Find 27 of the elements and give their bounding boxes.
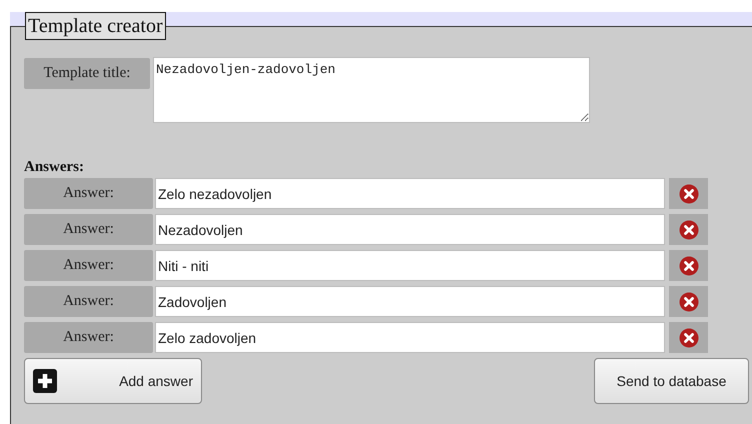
field-label: Answer: [24, 178, 153, 209]
close-icon [678, 328, 698, 348]
section-heading: Answers: [24, 159, 85, 176]
close-icon [678, 292, 698, 312]
field-label: Template title: [24, 58, 150, 89]
delete-button[interactable] [669, 214, 708, 245]
delete-button[interactable] [669, 178, 708, 209]
answer-field[interactable]: Zelo nezadovoljen [155, 178, 665, 209]
add-answer-button[interactable]: Add answer [24, 358, 202, 404]
title-field[interactable]: Nezadovoljen-zadovoljen [153, 57, 590, 123]
field-label: Answer: [24, 286, 153, 317]
field-label: Answer: [24, 214, 153, 245]
delete-button[interactable] [669, 322, 708, 353]
answer-field[interactable]: Zelo zadovoljen [155, 322, 665, 353]
field-label: Answer: [24, 322, 153, 353]
close-icon [678, 220, 698, 240]
field-label: Answer: [24, 250, 153, 281]
delete-button[interactable] [669, 250, 708, 281]
answer-field[interactable]: Niti - niti [155, 250, 665, 281]
send-button[interactable]: Send to database [594, 358, 749, 404]
plus-icon [33, 369, 57, 393]
answer-field[interactable]: Zadovoljen [155, 286, 665, 317]
answer-field[interactable]: Nezadovoljen [155, 214, 665, 245]
close-icon [678, 256, 698, 276]
form-title: Template creator [25, 12, 166, 40]
close-icon [678, 184, 698, 204]
delete-button[interactable] [669, 286, 708, 317]
